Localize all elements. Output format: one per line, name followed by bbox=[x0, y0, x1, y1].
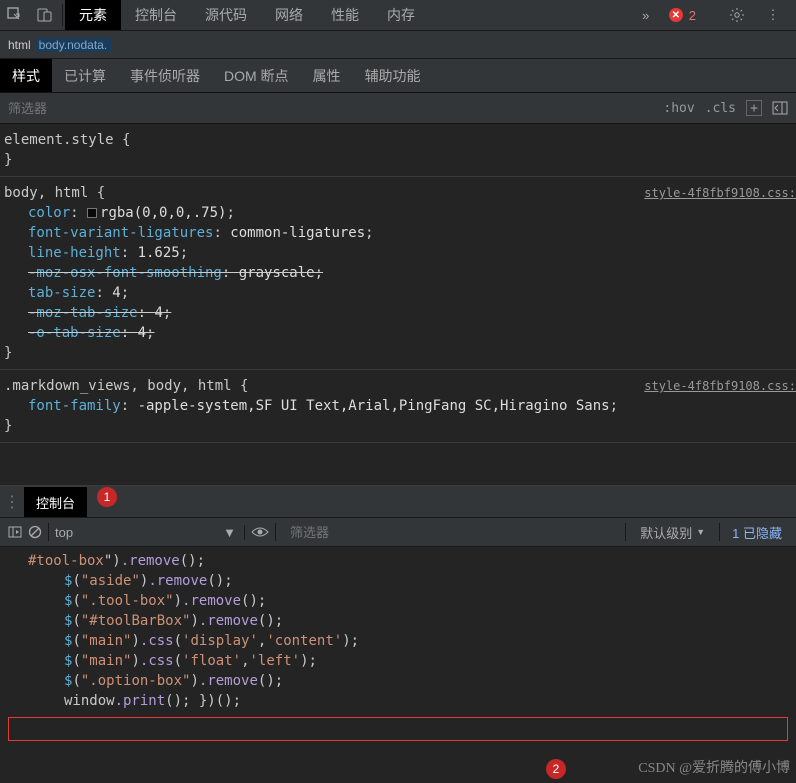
styles-filter-bar: :hov .cls + bbox=[0, 92, 796, 124]
error-badge-icon[interactable]: ✕ bbox=[669, 8, 683, 22]
styles-subtab[interactable]: 辅助功能 bbox=[353, 59, 433, 92]
top-tab[interactable]: 源代码 bbox=[191, 0, 261, 30]
styles-subtab[interactable]: 样式 bbox=[0, 59, 52, 92]
styles-subtabs: 样式已计算事件侦听器DOM 断点属性辅助功能 bbox=[0, 58, 796, 92]
inspect-icon[interactable] bbox=[0, 0, 30, 30]
log-level-selector[interactable]: 默认级别▼ bbox=[632, 523, 713, 542]
hov-toggle[interactable]: :hov bbox=[663, 101, 694, 116]
kebab-icon[interactable]: ⋮ bbox=[758, 7, 788, 23]
css-source-link[interactable]: style-4f8fbf9108.css: bbox=[644, 183, 796, 203]
css-selector[interactable]: .markdown_views, body, html { bbox=[4, 376, 248, 396]
styles-filter-input[interactable] bbox=[8, 101, 663, 116]
devtools-topbar: 元素控制台源代码网络性能内存 » ✕ 2 ⋮ bbox=[0, 0, 796, 30]
new-rule-button[interactable]: + bbox=[746, 100, 762, 116]
clear-console-icon[interactable] bbox=[28, 525, 42, 539]
sidebar-toggle-icon[interactable] bbox=[8, 525, 22, 539]
top-tab[interactable]: 性能 bbox=[317, 0, 373, 30]
css-declaration[interactable]: tab-size: 4; bbox=[4, 283, 796, 303]
console-toolbar: top▼ 默认级别▼ 1 已隐藏 bbox=[0, 517, 796, 547]
console-line: $(".tool-box").remove(); bbox=[28, 591, 796, 611]
styles-pane: element.style {}body, html {style-4f8fbf… bbox=[0, 124, 796, 443]
console-filter-input[interactable] bbox=[282, 525, 619, 540]
console-output: #tool-box").remove();$("aside").remove()… bbox=[0, 547, 796, 715]
css-source-link[interactable]: style-4f8fbf9108.css: bbox=[644, 376, 796, 396]
console-line: #tool-box").remove(); bbox=[28, 551, 796, 571]
device-toggle-icon[interactable] bbox=[30, 0, 60, 30]
top-tab[interactable]: 元素 bbox=[65, 0, 121, 30]
watermark: CSDN @爱折腾的傅小博 bbox=[638, 757, 790, 777]
styles-subtab[interactable]: 属性 bbox=[301, 59, 353, 92]
top-tab[interactable]: 网络 bbox=[261, 0, 317, 30]
breadcrumb-item[interactable]: body.nodata. bbox=[35, 38, 112, 52]
css-declaration[interactable]: -moz-osx-font-smoothing: grayscale; bbox=[4, 263, 796, 283]
hidden-count[interactable]: 1 已隐藏 bbox=[726, 523, 788, 542]
more-tabs[interactable]: » bbox=[631, 0, 661, 30]
top-tab[interactable]: 内存 bbox=[373, 0, 429, 30]
breadcrumb: html body.nodata. bbox=[0, 30, 796, 58]
context-selector[interactable]: top▼ bbox=[55, 525, 245, 540]
sidebar-toggle-icon[interactable] bbox=[772, 100, 788, 116]
console-line: $("aside").remove(); bbox=[28, 571, 796, 591]
css-declaration[interactable]: font-family: -apple-system,SF UI Text,Ar… bbox=[4, 396, 796, 416]
styles-subtab[interactable]: 事件侦听器 bbox=[118, 59, 212, 92]
chevron-down-icon: ▼ bbox=[223, 525, 236, 540]
css-declaration[interactable]: -moz-tab-size: 4; bbox=[4, 303, 796, 323]
drag-handle-icon[interactable]: ⋮ bbox=[0, 487, 24, 517]
breadcrumb-item[interactable]: html bbox=[8, 38, 31, 52]
color-swatch-icon[interactable] bbox=[87, 208, 97, 218]
console-line: $("main").css('display','content'); bbox=[28, 631, 796, 651]
console-line: $(".option-box").remove(); bbox=[28, 671, 796, 691]
console-drawer: ⋮ 控制台 1 top▼ 默认级别▼ 1 已隐藏 #tool-box").rem… bbox=[0, 485, 796, 783]
css-declaration[interactable]: font-variant-ligatures: common-ligatures… bbox=[4, 223, 796, 243]
console-input[interactable] bbox=[8, 717, 788, 741]
error-count: 2 bbox=[689, 8, 696, 23]
chevron-down-icon: ▼ bbox=[696, 527, 705, 537]
console-line: window.print(); })(); bbox=[28, 691, 796, 711]
console-line: $("#toolBarBox").remove(); bbox=[28, 611, 796, 631]
top-tab[interactable]: 控制台 bbox=[121, 0, 191, 30]
gear-icon[interactable] bbox=[722, 7, 752, 23]
css-selector[interactable]: body, html { bbox=[4, 183, 105, 203]
annotation-badge-1: 1 bbox=[97, 487, 117, 507]
css-declaration[interactable]: color: rgba(0,0,0,.75); bbox=[4, 203, 796, 223]
styles-subtab[interactable]: 已计算 bbox=[52, 59, 118, 92]
css-declaration[interactable]: line-height: 1.625; bbox=[4, 243, 796, 263]
css-selector[interactable]: element.style { bbox=[4, 130, 130, 150]
cls-toggle[interactable]: .cls bbox=[705, 101, 736, 116]
eye-icon[interactable] bbox=[251, 525, 269, 539]
top-tabs: 元素控制台源代码网络性能内存 bbox=[65, 0, 631, 30]
styles-subtab[interactable]: DOM 断点 bbox=[212, 59, 301, 92]
annotation-badge-2: 2 bbox=[546, 759, 566, 779]
console-line: $("main").css('float','left'); bbox=[28, 651, 796, 671]
drawer-tab-console[interactable]: 控制台 bbox=[24, 487, 87, 517]
css-declaration[interactable]: -o-tab-size: 4; bbox=[4, 323, 796, 343]
